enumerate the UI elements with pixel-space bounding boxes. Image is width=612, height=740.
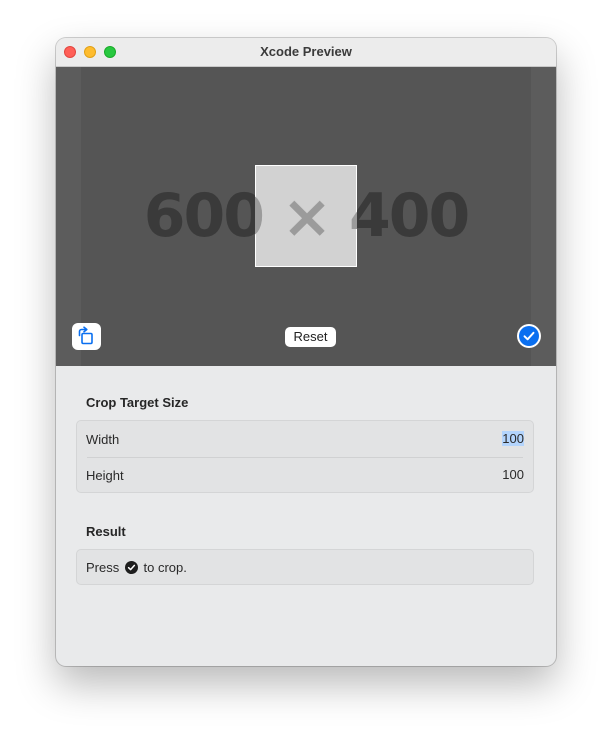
width-row: Width 100 [77, 421, 533, 457]
height-field[interactable]: 100 [464, 466, 524, 483]
result-heading: Result [86, 524, 126, 539]
height-label: Height [86, 468, 124, 483]
result-text-before: Press [86, 560, 120, 575]
width-value: 100 [502, 431, 524, 446]
preview-window: Xcode Preview 600 × 400 600 × 400 Reset [56, 38, 556, 666]
window-title: Xcode Preview [260, 44, 352, 59]
height-value: 100 [502, 467, 524, 482]
crop-size-group: Width 100 Height 100 [76, 420, 534, 493]
title-bar: Xcode Preview [56, 38, 556, 67]
confirm-crop-button[interactable] [519, 326, 539, 346]
rotate-button[interactable] [72, 323, 101, 350]
checkmark-circle-icon [124, 561, 138, 574]
crop-target-heading: Crop Target Size [86, 395, 189, 410]
result-text-after: to crop. [143, 560, 187, 575]
crop-selection-box[interactable]: 600 × 400 [255, 165, 357, 267]
rotate-crop-icon [72, 326, 101, 354]
reset-button[interactable]: Reset [285, 327, 336, 347]
image-preview-area: 600 × 400 600 × 400 Reset [56, 67, 556, 366]
width-field[interactable]: 100 [464, 430, 524, 447]
width-label: Width [86, 432, 120, 447]
result-group: Press to crop. [76, 549, 534, 585]
result-message: Press to crop. [86, 560, 187, 575]
height-row: Height 100 [77, 457, 533, 493]
